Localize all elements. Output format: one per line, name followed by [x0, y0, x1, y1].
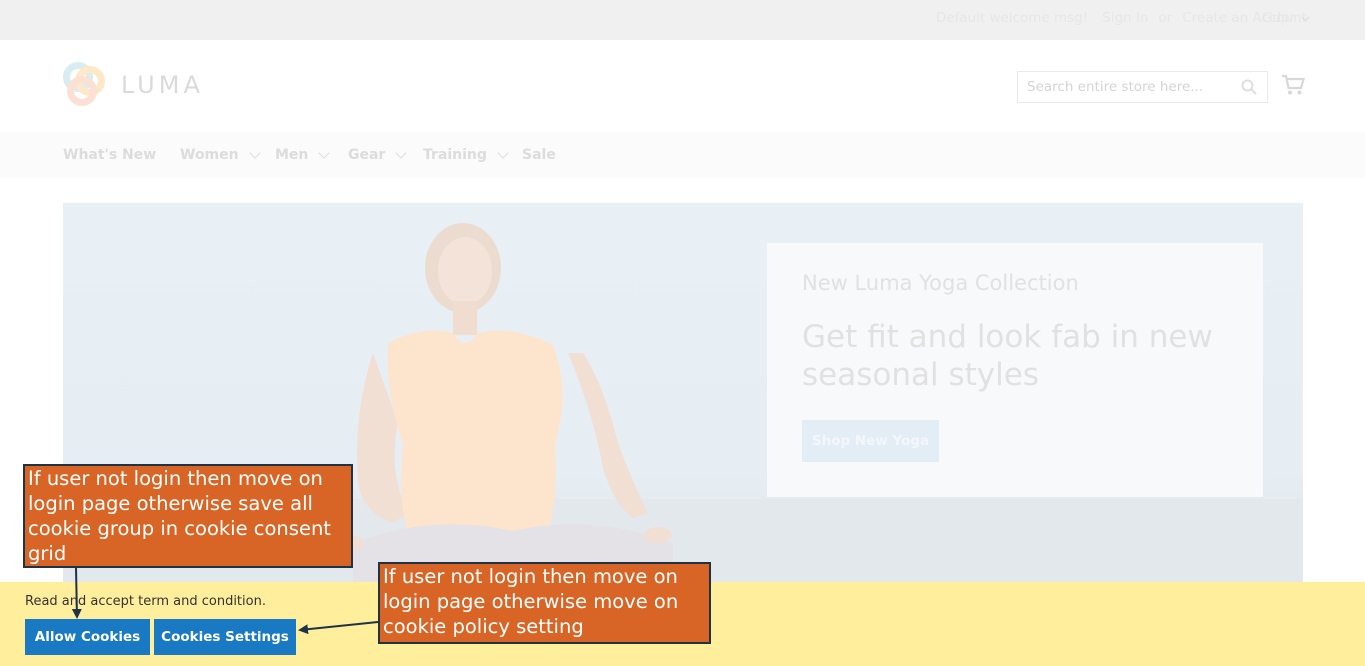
header: LUMA — [0, 40, 1365, 132]
nav-label: Gear — [348, 147, 386, 163]
allow-cookies-button[interactable]: Allow Cookies — [25, 619, 150, 655]
nav-label: Sale — [522, 147, 556, 163]
nav-label: What's New — [63, 147, 157, 163]
nav-label: Women — [180, 147, 239, 163]
welcome-message: Default welcome msg! — [935, 10, 1089, 26]
sign-in-link[interactable]: Sign In — [1102, 10, 1148, 26]
chevron-down-icon — [395, 147, 408, 159]
chevron-down-icon — [318, 147, 331, 159]
top-bar: Default welcome msg! Sign In or Create a… — [0, 0, 1365, 40]
allow-cookies-annotation: If user not login then move on login pag… — [23, 464, 353, 568]
chevron-down-icon — [1301, 16, 1310, 22]
logo[interactable]: LUMA — [63, 62, 204, 106]
nav-label: Men — [275, 147, 309, 163]
chevron-down-icon — [497, 147, 509, 159]
promo-panel: New Luma Yoga Collection Get fit and loo… — [767, 243, 1263, 497]
header-links: Default welcome msg! Sign In or Create a… — [936, 10, 1307, 26]
search-input[interactable] — [1027, 72, 1237, 102]
nav-item-men[interactable]: Men — [275, 147, 331, 163]
search-box — [1017, 71, 1268, 103]
search-icon[interactable] — [1241, 79, 1257, 95]
nav-label: Training — [423, 147, 487, 163]
logo-text: LUMA — [121, 71, 204, 99]
promo-subtitle: New Luma Yoga Collection — [802, 271, 1079, 295]
or-text: or — [1158, 10, 1173, 26]
main-navigation: What's New Women Men Gear Training Sale — [0, 132, 1365, 178]
gdpr-label: Gdpr — [1262, 10, 1296, 26]
cookies-settings-button[interactable]: Cookies Settings — [154, 619, 296, 655]
promo-title: Get fit and look fab in new seasonal sty… — [802, 319, 1213, 393]
nav-item-training[interactable]: Training — [423, 147, 509, 163]
cookies-settings-annotation: If user not login then move on login pag… — [378, 562, 711, 644]
nav-item-gear[interactable]: Gear — [348, 147, 408, 163]
shop-new-yoga-button[interactable]: Shop New Yoga — [802, 420, 939, 462]
luma-logo-icon — [63, 62, 107, 106]
yoga-woman-image — [339, 223, 673, 582]
nav-item-whats-new[interactable]: What's New — [63, 147, 156, 163]
chevron-down-icon — [248, 147, 261, 159]
cookie-message: Read and accept term and condition. — [25, 594, 266, 609]
nav-item-women[interactable]: Women — [180, 147, 261, 163]
cart-icon[interactable] — [1281, 74, 1305, 96]
gdpr-dropdown[interactable]: Gdpr — [1262, 10, 1310, 26]
nav-item-sale[interactable]: Sale — [522, 147, 556, 163]
